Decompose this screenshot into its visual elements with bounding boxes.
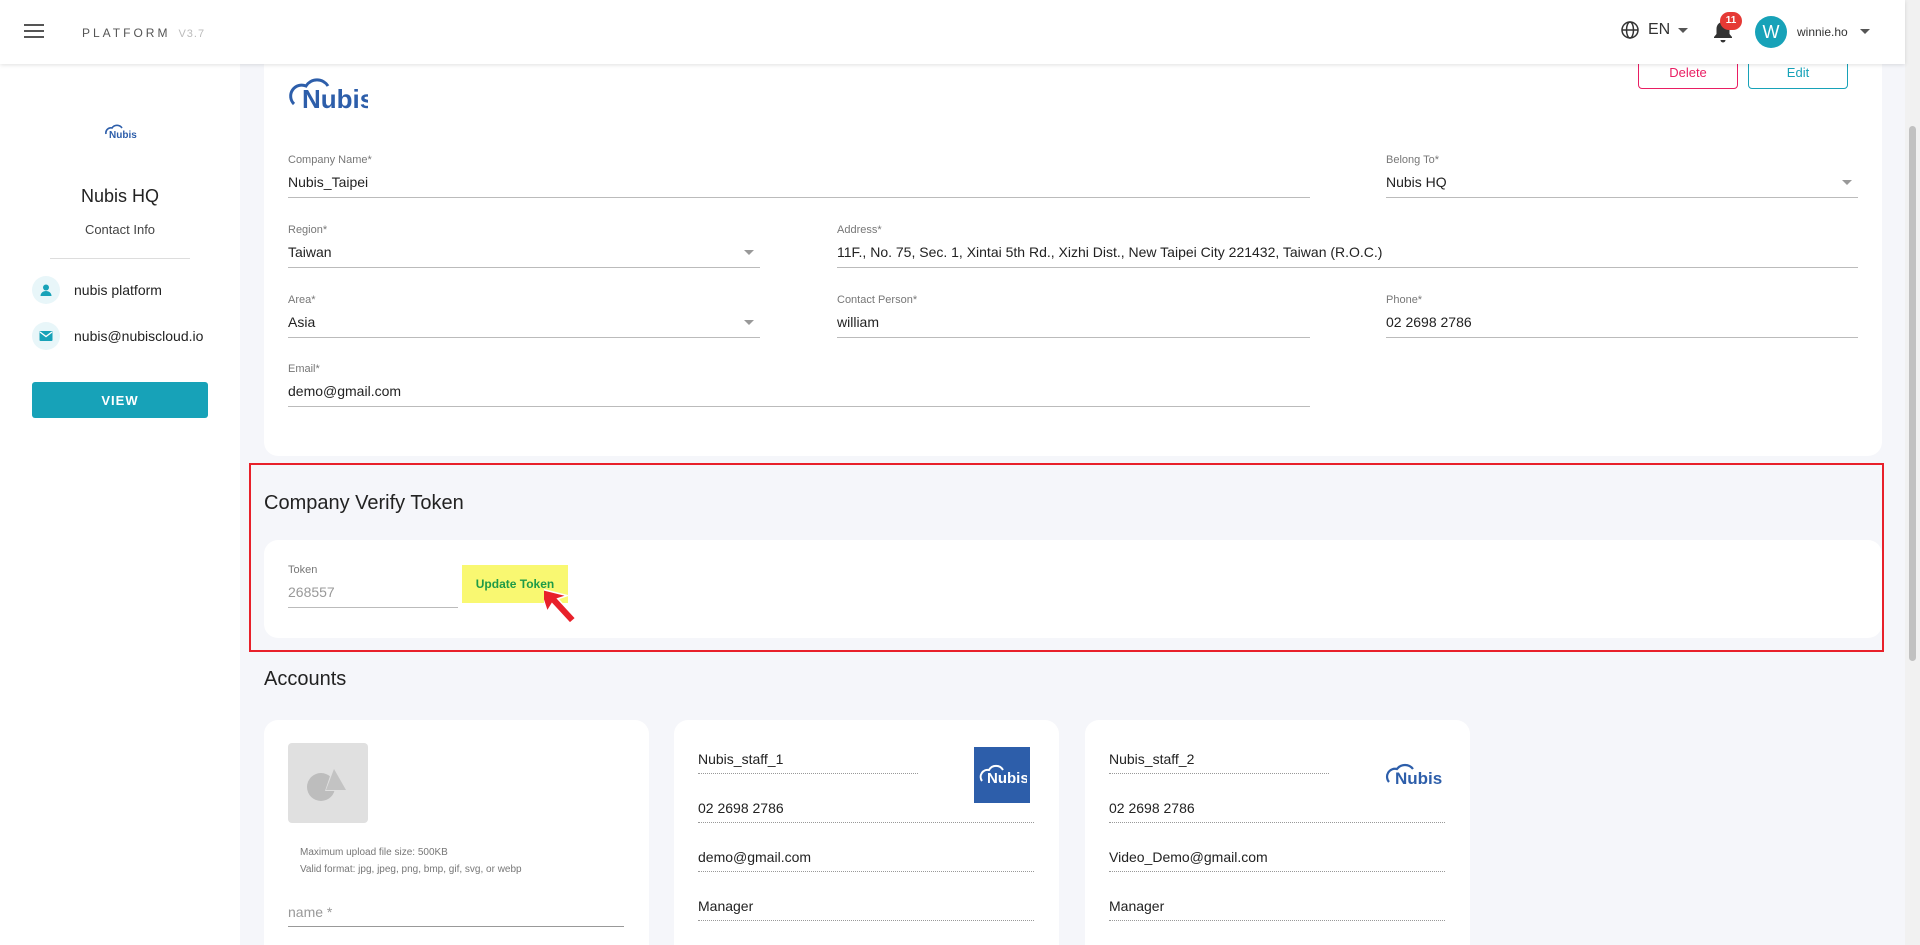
scrollbar[interactable] — [1905, 0, 1920, 945]
address-field[interactable]: Address* 11F., No. 75, Sec. 1, Xintai 5t… — [837, 224, 1858, 268]
accounts-title: Accounts — [264, 668, 347, 690]
app-brand: PLATFORM V3.7 — [82, 26, 205, 40]
account-email: Video_Demo@gmail.com — [1109, 849, 1445, 872]
globe-icon — [1621, 21, 1639, 39]
token-field: Token 268557 — [288, 564, 458, 608]
hamburger-menu-icon[interactable] — [24, 24, 44, 40]
field-label: Area* — [288, 294, 316, 306]
username[interactable]: winnie.ho — [1797, 25, 1848, 39]
account-card: Nubis_staff_2 Nubis 02 2698 2786 Video_D… — [1085, 720, 1470, 945]
area-value[interactable]: Asia — [288, 314, 760, 338]
sidebar-logo-text: Nubis — [109, 130, 137, 141]
chevron-down-icon — [1678, 27, 1689, 33]
account-name: Nubis_staff_1 — [698, 751, 918, 774]
sidebar-company-name: Nubis HQ — [80, 186, 160, 206]
phone-field[interactable]: Phone* 02 2698 2786 — [1386, 294, 1858, 338]
language-selector[interactable]: EN — [1620, 20, 1689, 40]
account-logo-text: Nubis — [987, 770, 1027, 787]
account-phone: 02 2698 2786 — [698, 800, 1034, 823]
account-phone: 02 2698 2786 — [1109, 800, 1445, 823]
pointer-arrow-icon — [544, 587, 577, 625]
company-info-card: Nubis Delete Edit Company Name* Nubis_Ta… — [264, 50, 1882, 456]
belong-to-value[interactable]: Nubis HQ — [1386, 174, 1858, 198]
contact-name: nubis platform — [74, 282, 162, 298]
sidebar: Nubis Nubis HQ Contact Info nubis platfo… — [0, 64, 240, 945]
image-placeholder-icon — [307, 767, 347, 801]
contact-email: nubis@nubiscloud.io — [74, 328, 204, 344]
phone-value[interactable]: 02 2698 2786 — [1386, 314, 1858, 338]
token-section-title: Company Verify Token — [264, 492, 464, 514]
field-label: Phone* — [1386, 294, 1423, 306]
avatar[interactable]: W — [1755, 16, 1787, 48]
field-label: Contact Person* — [837, 294, 918, 306]
upload-note: Maximum upload file size: 500KB Valid fo… — [300, 844, 522, 878]
region-value[interactable]: Taiwan — [288, 244, 760, 268]
version-label: V3.7 — [178, 28, 206, 40]
brand-name: PLATFORM — [82, 26, 171, 40]
account-card: Nubis_staff_1 Nubis 02 2698 2786 demo@gm… — [674, 720, 1059, 945]
email-field[interactable]: Email* demo@gmail.com — [288, 363, 1310, 407]
token-card: Token 268557 Update Token — [264, 540, 1882, 638]
company-logo-icon: Nubis — [289, 78, 368, 114]
contact-person-field[interactable]: Contact Person* william — [837, 294, 1310, 338]
mail-icon — [32, 322, 60, 350]
field-label: Email* — [288, 363, 320, 375]
sidebar-subtitle: Contact Info — [84, 222, 156, 237]
field-label: Company Name* — [288, 154, 372, 166]
upload-size-note: Maximum upload file size: 500KB — [300, 847, 448, 858]
account-logo: Nubis — [974, 747, 1030, 803]
account-role: Manager — [1109, 898, 1445, 921]
account-logo-text: Nubis — [1395, 769, 1442, 788]
scrollbar-thumb[interactable] — [1909, 126, 1916, 661]
name-input[interactable]: name * — [288, 904, 624, 927]
contact-person-value[interactable]: william — [837, 314, 1310, 338]
field-label: Belong To* — [1386, 154, 1440, 166]
token-value: 268557 — [288, 584, 458, 608]
view-button[interactable]: VIEW — [32, 382, 208, 418]
field-label: Address* — [837, 224, 882, 236]
email-value[interactable]: demo@gmail.com — [288, 383, 1310, 407]
contact-name-row: nubis platform — [32, 276, 162, 304]
company-name-field[interactable]: Company Name* Nubis_Taipei — [288, 154, 1310, 198]
new-account-card: Maximum upload file size: 500KB Valid fo… — [264, 720, 649, 945]
upload-format-note: Valid format: jpg, jpeg, png, bmp, gif, … — [300, 864, 522, 875]
company-logo-icon: Nubis — [105, 124, 137, 141]
language-label: EN — [1648, 21, 1671, 38]
field-label: Region* — [288, 224, 328, 236]
field-label: Token — [288, 564, 318, 576]
account-role: Manager — [698, 898, 1034, 921]
nubis-logo-icon: Nubis — [979, 764, 1027, 787]
account-name: Nubis_staff_2 — [1109, 751, 1329, 774]
area-select[interactable]: Area* Asia — [288, 294, 760, 338]
region-select[interactable]: Region* Taiwan — [288, 224, 760, 268]
top-bar: PLATFORM V3.7 EN 11 W winnie.ho — [0, 0, 1905, 64]
user-menu-chevron-icon[interactable] — [1860, 29, 1870, 34]
image-upload[interactable] — [288, 743, 368, 823]
divider — [50, 258, 190, 259]
notification-badge: 11 — [1720, 12, 1742, 30]
address-value[interactable]: 11F., No. 75, Sec. 1, Xintai 5th Rd., Xi… — [837, 244, 1858, 268]
account-email: demo@gmail.com — [698, 849, 1034, 872]
belong-to-select[interactable]: Belong To* Nubis HQ — [1386, 154, 1858, 198]
contact-email-row: nubis@nubiscloud.io — [32, 322, 203, 350]
company-name-value[interactable]: Nubis_Taipei — [288, 174, 1310, 198]
nubis-logo-icon: Nubis — [1386, 763, 1442, 788]
person-icon — [32, 276, 60, 304]
company-logo-text: Nubis — [302, 84, 368, 114]
